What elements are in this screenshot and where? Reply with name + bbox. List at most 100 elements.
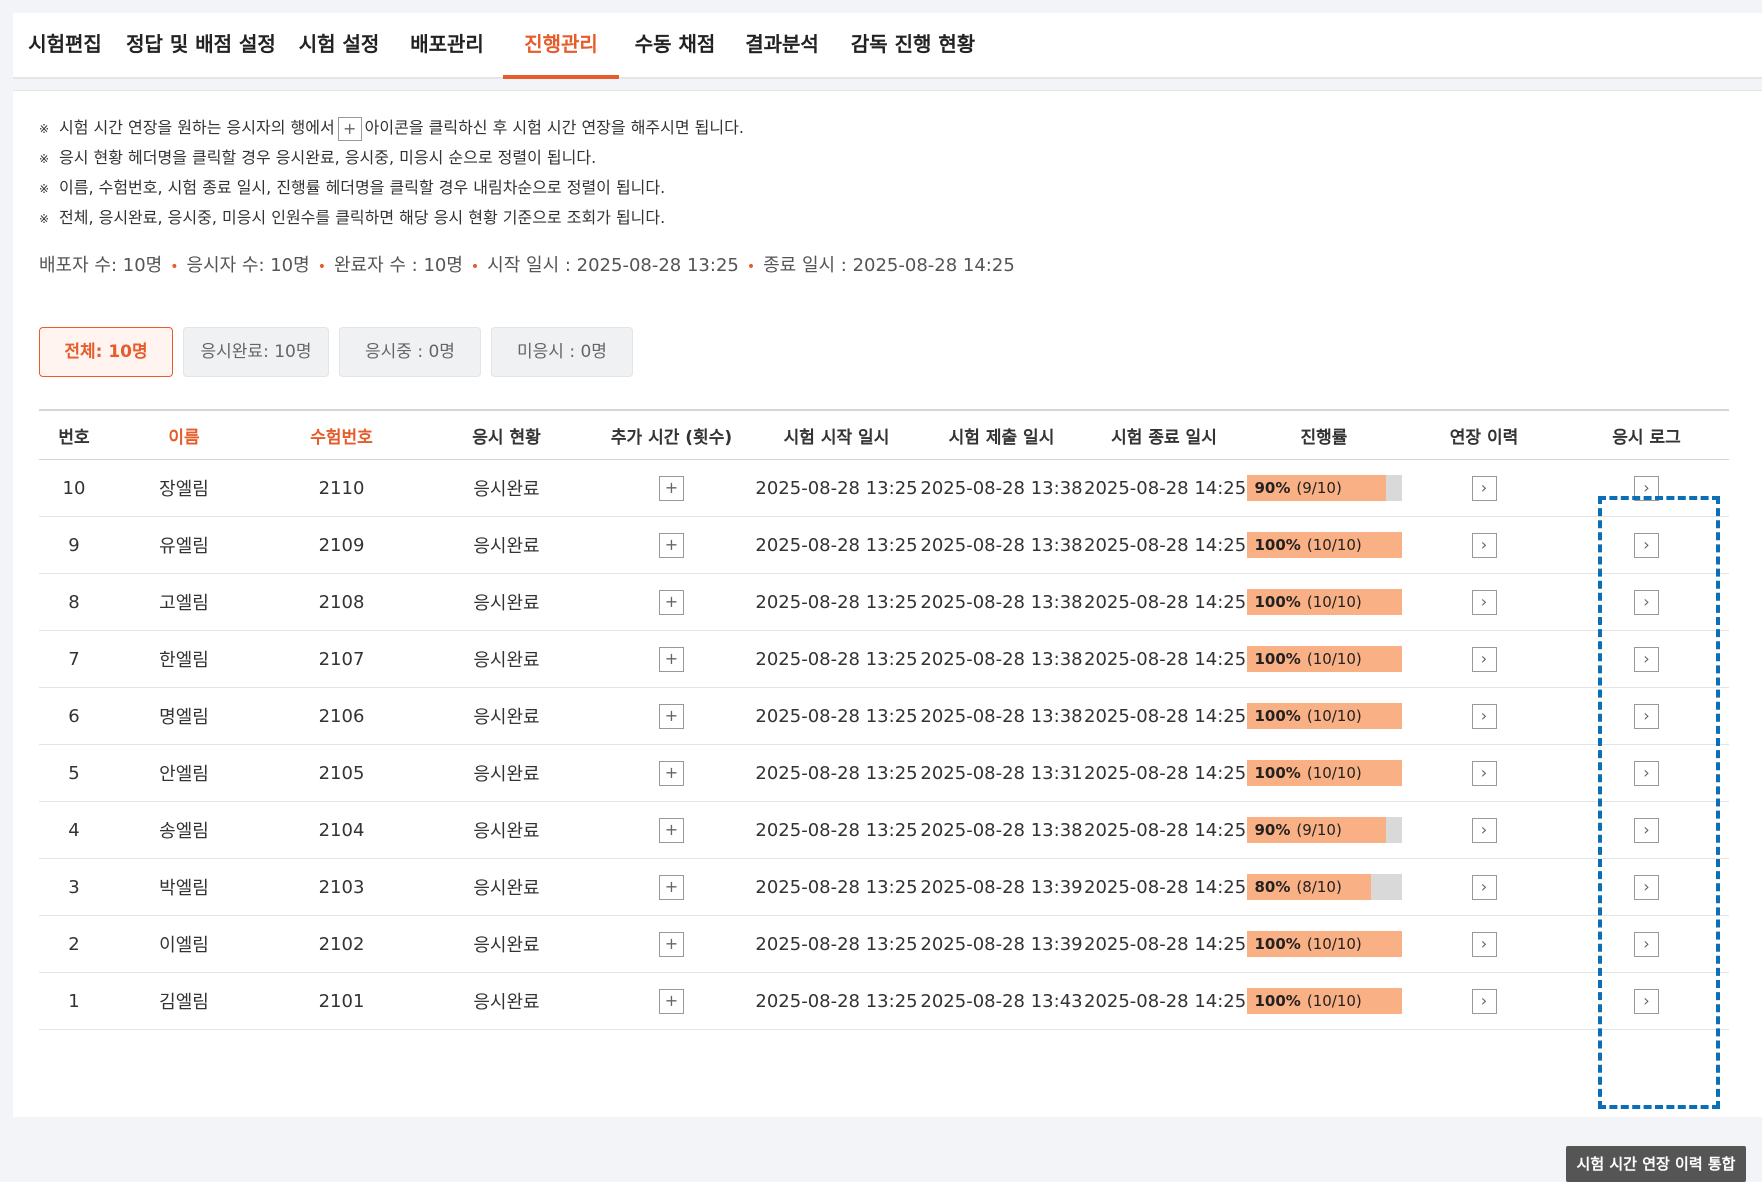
chevron-right-icon[interactable]: ›	[1471, 703, 1497, 729]
cell-submit-time: 2025-08-28 13:38	[919, 516, 1084, 574]
header-exam-log: 응시 로그	[1564, 409, 1729, 460]
header-end-time[interactable]: 시험 종료 일시	[1084, 409, 1244, 460]
header-progress[interactable]: 진행률	[1244, 409, 1404, 460]
cell-start-time: 2025-08-28 13:25	[754, 858, 919, 916]
chevron-right-icon[interactable]: ›	[1471, 988, 1497, 1014]
notice-item: ※ 이름, 수험번호, 시험 종료 일시, 진행률 헤더명을 클릭할 경우 내림차…	[39, 173, 744, 203]
chevron-right-icon[interactable]: ›	[1634, 760, 1659, 786]
chevron-right-icon[interactable]: ›	[1634, 475, 1659, 501]
plus-icon[interactable]: +	[659, 931, 684, 957]
plus-icon[interactable]: +	[659, 475, 684, 501]
bullet-mark: ※	[39, 182, 50, 196]
plus-icon[interactable]: +	[659, 874, 684, 900]
progress-percent: 100%	[1254, 992, 1301, 1010]
tab-progress-management[interactable]: 진행관리	[503, 13, 619, 79]
cell-progress: 100% (10/10)	[1244, 915, 1404, 973]
chevron-right-icon[interactable]: ›	[1471, 817, 1497, 843]
plus-icon[interactable]: +	[659, 646, 684, 672]
tab-proctor-status[interactable]: 감독 진행 현황	[845, 13, 981, 77]
plus-icon[interactable]: +	[659, 760, 684, 786]
progress-fraction: (10/10)	[1306, 593, 1362, 611]
cell-exam-log: ›	[1564, 687, 1729, 745]
cell-submit-time: 2025-08-28 13:38	[919, 801, 1084, 859]
progress-percent: 100%	[1254, 536, 1301, 554]
header-extra-time: 추가 시간 (횟수)	[589, 409, 754, 460]
header-no: 번호	[39, 409, 109, 460]
tab-result-analysis[interactable]: 결과분석	[734, 13, 830, 77]
tab-exam-edit[interactable]: 시험편집	[13, 13, 117, 77]
plus-icon[interactable]: +	[659, 988, 684, 1014]
progress-label: 100% (10/10)	[1255, 703, 1362, 729]
plus-icon[interactable]: +	[659, 817, 684, 843]
plus-icon[interactable]: +	[659, 589, 684, 615]
chevron-right-icon[interactable]: ›	[1471, 589, 1497, 615]
progress-percent: 100%	[1254, 707, 1301, 725]
header-name[interactable]: 이름	[109, 409, 259, 460]
cell-name: 김엘림	[109, 972, 259, 1030]
cell-progress: 100% (10/10)	[1244, 630, 1404, 688]
merge-extension-history-button[interactable]: 시험 시간 연장 이력 통합	[1566, 1146, 1746, 1182]
cell-extension-history: ›	[1404, 858, 1564, 916]
cell-status: 응시완료	[424, 630, 589, 688]
progress-fraction: (10/10)	[1306, 992, 1362, 1010]
filter-not-taken-button[interactable]: 미응시 : 0명	[491, 327, 633, 377]
table-row: 7 한엘림 2107 응시완료 +2025-08-28 13:25 2025-08-28 …	[39, 630, 1729, 688]
cell-extra-time: +	[589, 573, 754, 631]
cell-name: 명엘림	[109, 687, 259, 745]
chevron-right-icon[interactable]: ›	[1634, 988, 1659, 1014]
separator-dot: •	[746, 259, 756, 275]
cell-progress: 100% (10/10)	[1244, 744, 1404, 802]
cell-extension-history: ›	[1404, 972, 1564, 1030]
progress-bar: 100% (10/10)	[1246, 532, 1402, 558]
tab-bar: 시험편집 정답 및 배점 설정 시험 설정 배포관리 진행관리 수동 채점 결과…	[13, 13, 1762, 79]
progress-bar: 100% (10/10)	[1246, 703, 1402, 729]
filter-all-button[interactable]: 전체: 10명	[39, 327, 173, 377]
chevron-right-icon[interactable]: ›	[1634, 646, 1659, 672]
plus-icon[interactable]: +	[659, 703, 684, 729]
cell-exam-number: 2110	[259, 459, 424, 517]
notice-text: 전체, 응시완료, 응시중, 미응시 인원수를 클릭하면 해당 응시 현황 기준…	[59, 208, 666, 227]
header-exam-number[interactable]: 수험번호	[259, 409, 424, 460]
tab-exam-settings[interactable]: 시험 설정	[291, 13, 387, 77]
cell-extra-time: +	[589, 630, 754, 688]
tab-manual-grading[interactable]: 수동 채점	[625, 13, 725, 77]
cell-end-time: 2025-08-28 14:25	[1084, 915, 1246, 973]
chevron-right-icon[interactable]: ›	[1634, 931, 1659, 957]
filter-ongoing-button[interactable]: 응시중 : 0명	[339, 327, 481, 377]
plus-icon[interactable]: +	[659, 532, 684, 558]
chevron-right-icon[interactable]: ›	[1471, 532, 1497, 558]
table-row: 2 이엘림 2102 응시완료 +2025-08-28 13:25 2025-08-28 …	[39, 915, 1729, 973]
chevron-right-icon[interactable]: ›	[1634, 703, 1659, 729]
distributed-count: 배포자 수: 10명	[39, 255, 163, 276]
chevron-right-icon[interactable]: ›	[1471, 646, 1497, 672]
cell-extension-history: ›	[1404, 915, 1564, 973]
cell-progress: 90% (9/10)	[1244, 801, 1404, 859]
cell-end-time: 2025-08-28 14:25	[1084, 630, 1246, 688]
chevron-right-icon[interactable]: ›	[1471, 760, 1497, 786]
chevron-right-icon[interactable]: ›	[1471, 931, 1497, 957]
cell-extra-time: +	[589, 687, 754, 745]
main-panel: ※ 시험 시간 연장을 원하는 응시자의 행에서 + 아이콘을 클릭하신 후 시험 시…	[13, 90, 1762, 1182]
tab-answer-scoring[interactable]: 정답 및 배점 설정	[126, 13, 276, 77]
progress-fraction: (10/10)	[1306, 707, 1362, 725]
cell-name: 장엘림	[109, 459, 259, 517]
exam-summary: 배포자 수: 10명 • 응시자 수: 10명 • 완료자 수 : 10명 • 시작 일시 …	[39, 251, 1015, 277]
chevron-right-icon[interactable]: ›	[1471, 874, 1497, 900]
examinee-table: 번호 이름 수험번호 응시 현황 추가 시간 (횟수) 시험 시작 일시 시험 …	[39, 409, 1729, 1030]
chevron-right-icon[interactable]: ›	[1471, 475, 1497, 501]
filter-completed-button[interactable]: 응시완료: 10명	[183, 327, 329, 377]
cell-name: 한엘림	[109, 630, 259, 688]
table-header-row: 번호 이름 수험번호 응시 현황 추가 시간 (횟수) 시험 시작 일시 시험 …	[39, 409, 1729, 460]
cell-extra-time: +	[589, 801, 754, 859]
progress-label: 100% (10/10)	[1255, 589, 1362, 615]
cell-exam-number: 2103	[259, 858, 424, 916]
chevron-right-icon[interactable]: ›	[1634, 589, 1659, 615]
progress-percent: 100%	[1254, 935, 1301, 953]
tab-distribution[interactable]: 배포관리	[399, 13, 495, 77]
header-status[interactable]: 응시 현황	[424, 409, 589, 460]
chevron-right-icon[interactable]: ›	[1634, 817, 1659, 843]
cell-no: 2	[39, 915, 109, 973]
chevron-right-icon[interactable]: ›	[1634, 874, 1659, 900]
chevron-right-icon[interactable]: ›	[1634, 532, 1659, 558]
cell-exam-log: ›	[1564, 744, 1729, 802]
